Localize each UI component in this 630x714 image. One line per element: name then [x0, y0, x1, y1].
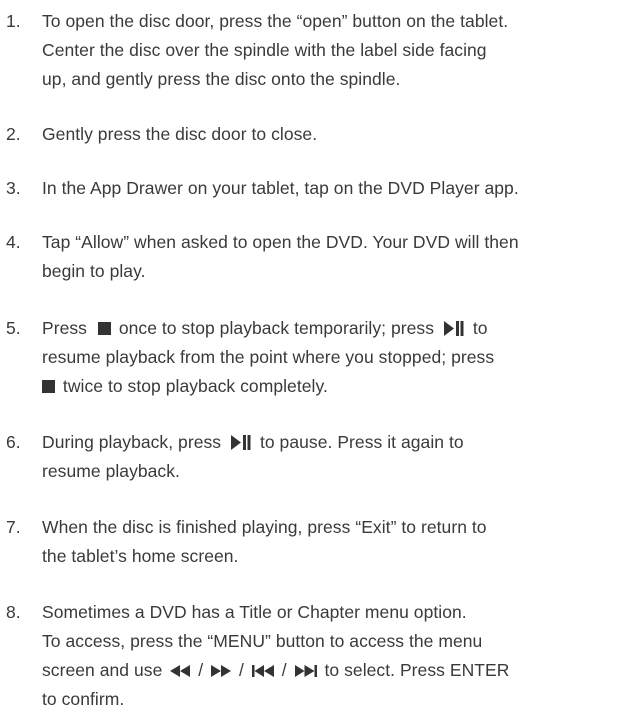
step-text: Tap “Allow” when asked to open the DVD. …: [42, 228, 630, 286]
step-line: resume playback from the point where you…: [42, 347, 495, 367]
step-number: 8.: [6, 602, 21, 622]
step-number: 7.: [6, 517, 21, 537]
step-text-segment: to pause. Press it again to: [259, 432, 464, 452]
skip-previous-icon: [251, 665, 274, 677]
step-line: To open the disc door, press the “open” …: [42, 11, 509, 31]
step-line: begin to play.: [42, 261, 146, 281]
step-text-segment: once to stop playback temporarily; press: [118, 318, 435, 338]
step-line: the tablet’s home screen.: [42, 546, 239, 566]
step-text-segment: Press: [42, 318, 87, 338]
step-text: Press once to stop playback temporarily;…: [42, 314, 630, 401]
step-line: In the App Drawer on your tablet, tap on…: [42, 178, 519, 198]
step-line: To access, press the “MENU” button to ac…: [42, 631, 483, 651]
step-line: resume playback.: [42, 461, 180, 481]
step-text: When the disc is finished playing, press…: [42, 513, 630, 571]
step-text-segment: During playback, press: [42, 432, 222, 452]
stop-square-icon: [97, 322, 111, 335]
step-text: Sometimes a DVD has a Title or Chapter m…: [42, 598, 630, 714]
step-number: 2.: [6, 124, 21, 144]
play-pause-icon: [443, 321, 464, 336]
play-pause-icon: [231, 435, 251, 450]
step-number: 1.: [6, 11, 21, 31]
step-number: 5.: [6, 318, 21, 338]
step-line: up, and gently press the disc onto the s…: [42, 69, 401, 89]
step-line: Gently press the disc door to close.: [42, 124, 318, 144]
fast-forward-icon: [211, 665, 232, 677]
step-line: screen and use / / / to select. Press EN…: [42, 656, 630, 685]
stop-square-icon: [42, 380, 55, 393]
step-line: Center the disc over the spindle with th…: [42, 40, 487, 60]
instruction-page: 1. To open the disc door, press the “ope…: [0, 0, 630, 709]
separator: /: [281, 660, 287, 680]
rewind-icon: [170, 665, 191, 677]
step-line: twice to stop playback completely.: [42, 372, 630, 401]
step-number: 4.: [6, 232, 21, 252]
step-text: In the App Drawer on your tablet, tap on…: [42, 174, 630, 203]
step-line: to confirm.: [42, 689, 125, 709]
step-line: Sometimes a DVD has a Title or Chapter m…: [42, 602, 467, 622]
step-text: To open the disc door, press the “open” …: [42, 7, 630, 94]
step-text: Gently press the disc door to close.: [42, 120, 630, 149]
step-text-segment: screen and use: [42, 660, 163, 680]
step-text: During playback, press to pause. Press i…: [42, 428, 630, 486]
step-text-segment: to select. Press ENTER: [324, 660, 510, 680]
step-line: During playback, press to pause. Press i…: [42, 428, 630, 457]
separator: /: [238, 660, 244, 680]
skip-next-icon: [294, 665, 317, 677]
separator: /: [198, 660, 204, 680]
step-number: 3.: [6, 178, 21, 198]
step-line: Press once to stop playback temporarily;…: [42, 314, 630, 343]
step-text-segment: twice to stop playback completely.: [62, 376, 328, 396]
step-number: 6.: [6, 432, 21, 452]
step-text-segment: to: [472, 318, 488, 338]
step-line: When the disc is finished playing, press…: [42, 517, 487, 537]
step-line: Tap “Allow” when asked to open the DVD. …: [42, 232, 519, 252]
